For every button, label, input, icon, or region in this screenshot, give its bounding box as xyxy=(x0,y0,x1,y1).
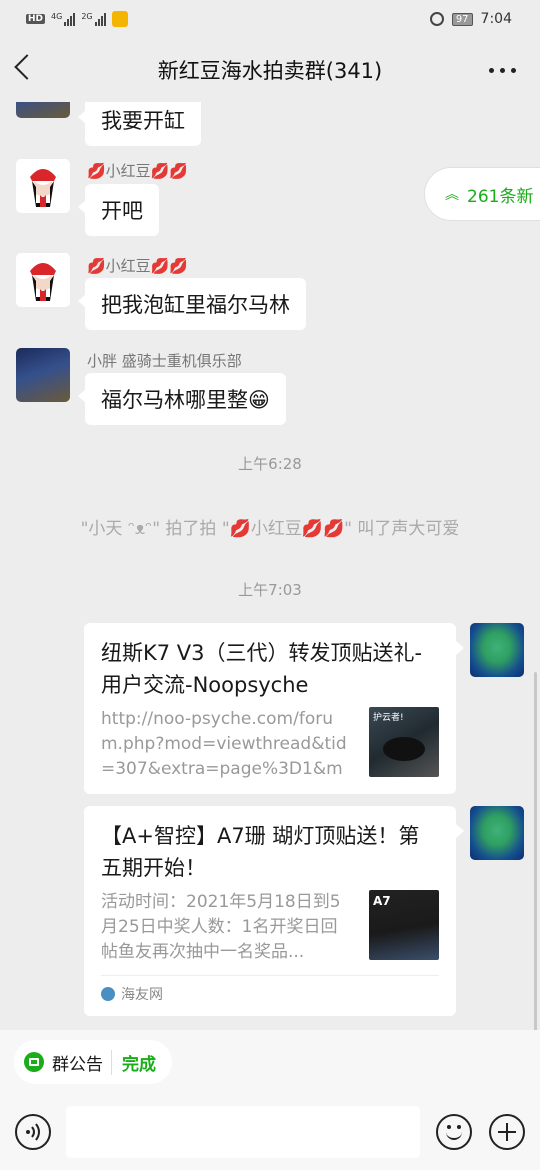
card-thumbnail: A7 xyxy=(369,890,439,960)
sender-name: 小胖 盛骑士重机俱乐部 xyxy=(87,352,242,370)
group-announcement-button[interactable]: 群公告 完成 xyxy=(14,1040,172,1084)
status-right: 97 7:04 xyxy=(429,11,512,27)
smiley-icon xyxy=(438,1116,470,1148)
card-title: 【A+智控】A7珊 瑚灯顶贴送！第五期开始！ xyxy=(101,824,420,880)
alarm-icon xyxy=(429,12,444,26)
more-actions-button[interactable] xyxy=(489,1114,525,1150)
message-bubble[interactable]: 福尔马林哪里整😁 xyxy=(78,373,286,425)
network-label: 4G xyxy=(51,12,63,21)
chat-area[interactable]: 我要开缸 💋小红豆💋💋 开吧 ︽ 261条新 💋小红豆💋💋 把我泡缸里福尔马林 … xyxy=(0,102,540,1030)
timestamp: 上午7:03 xyxy=(238,581,302,599)
back-arrow-icon[interactable] xyxy=(14,54,40,80)
pat-system-message: "小天 ᵔᴥᵔ" 拍了拍 "💋小红豆💋💋" 叫了声大可爱 xyxy=(80,519,460,539)
thumbnail-text: 护云者! xyxy=(373,713,404,723)
card-source: 海友网 xyxy=(101,975,439,1004)
status-bar: HD 4G 2G 97 7:04 xyxy=(0,0,540,38)
card-description: http://noo-psyche.com/forum.php?mod=view… xyxy=(101,709,347,779)
voice-icon xyxy=(26,1123,40,1141)
chat-title: 新红豆海水拍卖群(341) xyxy=(157,59,383,83)
clock: 7:04 xyxy=(480,11,512,27)
message-input[interactable] xyxy=(66,1106,420,1158)
card-description: 活动时间：2021年5月18日到5月25日中奖人数：1名开奖日回帖鱼友再次抽中一… xyxy=(101,892,341,962)
announcement-done-label: 完成 xyxy=(111,1049,156,1075)
link-card[interactable]: 纽斯K7 V3（三代）转发顶贴送礼- 用户交流-Noopsyche http:/… xyxy=(84,623,464,794)
scrollbar[interactable] xyxy=(534,672,537,1030)
hd-badge: HD xyxy=(26,14,46,24)
link-card[interactable]: 【A+智控】A7珊 瑚灯顶贴送！第五期开始！ 活动时间：2021年5月18日到5… xyxy=(84,806,464,1016)
card-thumbnail: 护云者! xyxy=(369,707,439,777)
avatar-girl-icon xyxy=(30,169,56,207)
signal-icon: 4G xyxy=(51,12,76,26)
avatar[interactable] xyxy=(16,348,70,402)
new-messages-button[interactable]: ︽ 261条新 xyxy=(424,167,540,221)
battery-icon: 97 xyxy=(451,12,473,26)
plus-icon xyxy=(491,1116,523,1148)
my-avatar[interactable] xyxy=(470,623,524,677)
signal-icon-2: 2G xyxy=(81,12,106,26)
announcement-bar: 群公告 完成 xyxy=(0,1030,540,1094)
new-messages-label: 261条新 xyxy=(467,186,534,207)
my-avatar[interactable] xyxy=(470,806,524,860)
network-label-2: 2G xyxy=(81,12,93,21)
sender-name: 💋小红豆💋💋 xyxy=(87,257,189,275)
nav-bar: 新红豆海水拍卖群(341) xyxy=(0,38,540,102)
avatar[interactable] xyxy=(16,159,70,213)
source-logo-icon xyxy=(101,987,115,1001)
voice-input-button[interactable] xyxy=(15,1114,51,1150)
avatar[interactable] xyxy=(16,102,70,118)
more-options-icon[interactable] xyxy=(489,68,516,73)
announcement-label: 群公告 xyxy=(52,1054,103,1075)
card-title: 纽斯K7 V3（三代）转发顶贴送礼- 用户交流-Noopsyche xyxy=(101,641,423,697)
timestamp: 上午6:28 xyxy=(238,455,302,473)
avatar[interactable] xyxy=(16,253,70,307)
message-bubble[interactable]: 把我泡缸里福尔马林 xyxy=(78,278,306,330)
notification-app-icon xyxy=(111,11,128,27)
sender-name: 💋小红豆💋💋 xyxy=(87,162,189,180)
announcement-icon xyxy=(24,1052,44,1072)
card-source-label: 海友网 xyxy=(121,987,163,1003)
thumbnail-text: A7 xyxy=(373,894,391,908)
avatar-girl-icon xyxy=(30,263,56,301)
input-bar xyxy=(0,1094,540,1170)
status-left: HD 4G 2G xyxy=(26,11,128,27)
message-bubble[interactable]: 开吧 xyxy=(78,184,159,236)
message-bubble[interactable]: 我要开缸 xyxy=(78,102,201,146)
emoji-button[interactable] xyxy=(436,1114,472,1150)
double-chevron-up-icon: ︽ xyxy=(445,187,459,203)
